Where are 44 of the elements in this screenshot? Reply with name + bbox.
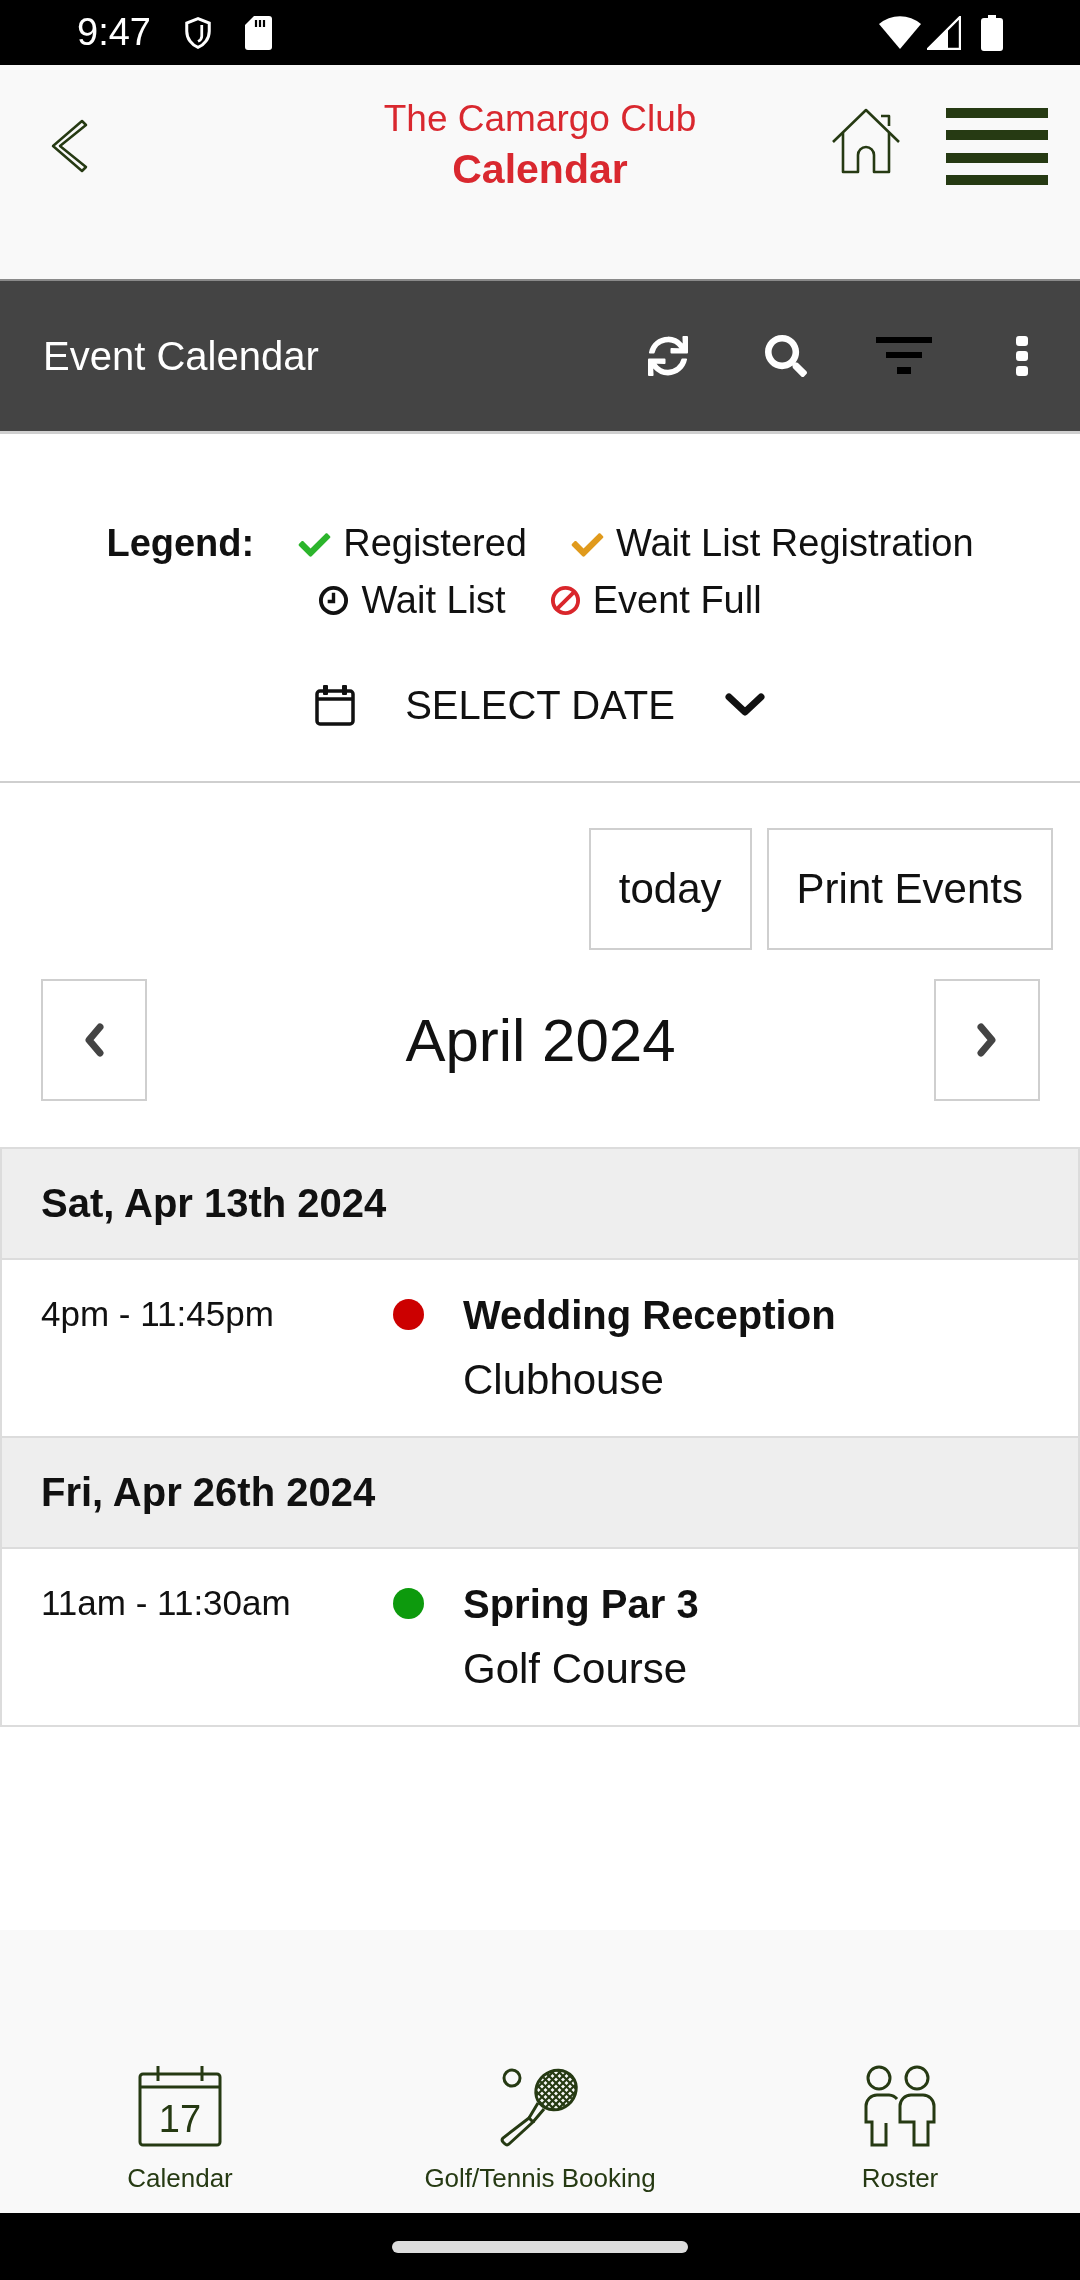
search-icon[interactable] [765,335,807,377]
event-title: Wedding Reception [463,1293,836,1337]
nav-item[interactable]: 17 Calendar [127,1930,233,2213]
page-title: Calendar [452,145,628,194]
signal-icon [927,15,961,50]
legend-item: Wait List Registration [615,521,974,566]
legend-item: Event Full [592,578,762,623]
club-name: The Camargo Club [383,97,697,141]
shield-icon [182,15,213,50]
event-time: 11am - 11:30am [41,1582,292,1624]
home-icon[interactable] [831,108,901,174]
menu-icon[interactable] [946,108,1048,185]
previous-month-button[interactable] [41,979,147,1101]
nav-item[interactable]: Golf/Tennis Booking [424,1930,656,2213]
toolbar-title: Event Calendar [43,333,319,379]
chevron-right-icon [977,1023,997,1057]
back-icon[interactable] [50,119,88,173]
event-title: Spring Par 3 [463,1582,699,1626]
calendar-icon [315,684,356,726]
chevron-down-icon [724,693,765,717]
refresh-icon[interactable] [648,336,688,376]
legend-item: Wait List [361,578,506,623]
sd-card-icon [244,15,272,50]
next-month-button[interactable] [934,979,1040,1101]
action-button[interactable]: Print Events [766,828,1053,950]
select-date-button[interactable]: SELECT DATE [315,670,765,740]
month-title: April 2024 [405,1005,676,1075]
calendar-day-number: 17 [158,2098,202,2140]
action-button[interactable]: today [588,828,752,950]
legend-label: Legend: [106,521,255,566]
wifi-icon [879,15,921,50]
people-icon [864,2065,936,2147]
nav-item[interactable]: Roster [861,1930,939,2213]
event-location: Clubhouse [463,1355,664,1405]
day-header: Fri, Apr 26th 2024 [2,1438,1078,1549]
day-header: Sat, Apr 13th 2024 [2,1149,1078,1260]
event-location: Golf Course [463,1644,688,1694]
legend-item: Registered [343,521,527,566]
home-handle[interactable] [392,2240,688,2253]
battery-icon [981,14,1003,51]
more-options-icon[interactable] [1016,336,1028,376]
event-time: 4pm - 11:45pm [41,1293,275,1335]
status-time: 9:47 [77,11,151,54]
chevron-left-icon [84,1023,104,1057]
